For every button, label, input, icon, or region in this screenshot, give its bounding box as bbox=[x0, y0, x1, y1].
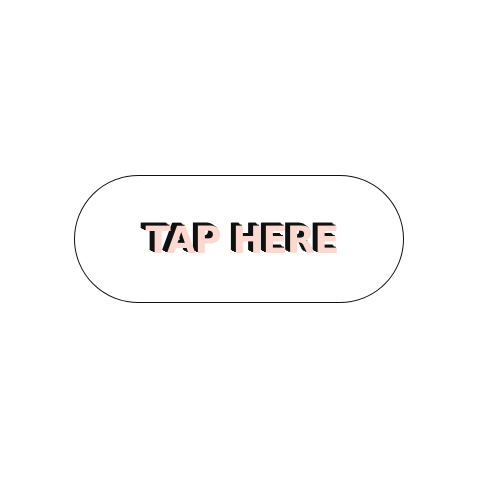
tap-here-label: TAP HERE bbox=[145, 218, 339, 262]
canvas: TAP HERE bbox=[0, 0, 480, 480]
tap-here-button[interactable]: TAP HERE bbox=[74, 175, 404, 303]
